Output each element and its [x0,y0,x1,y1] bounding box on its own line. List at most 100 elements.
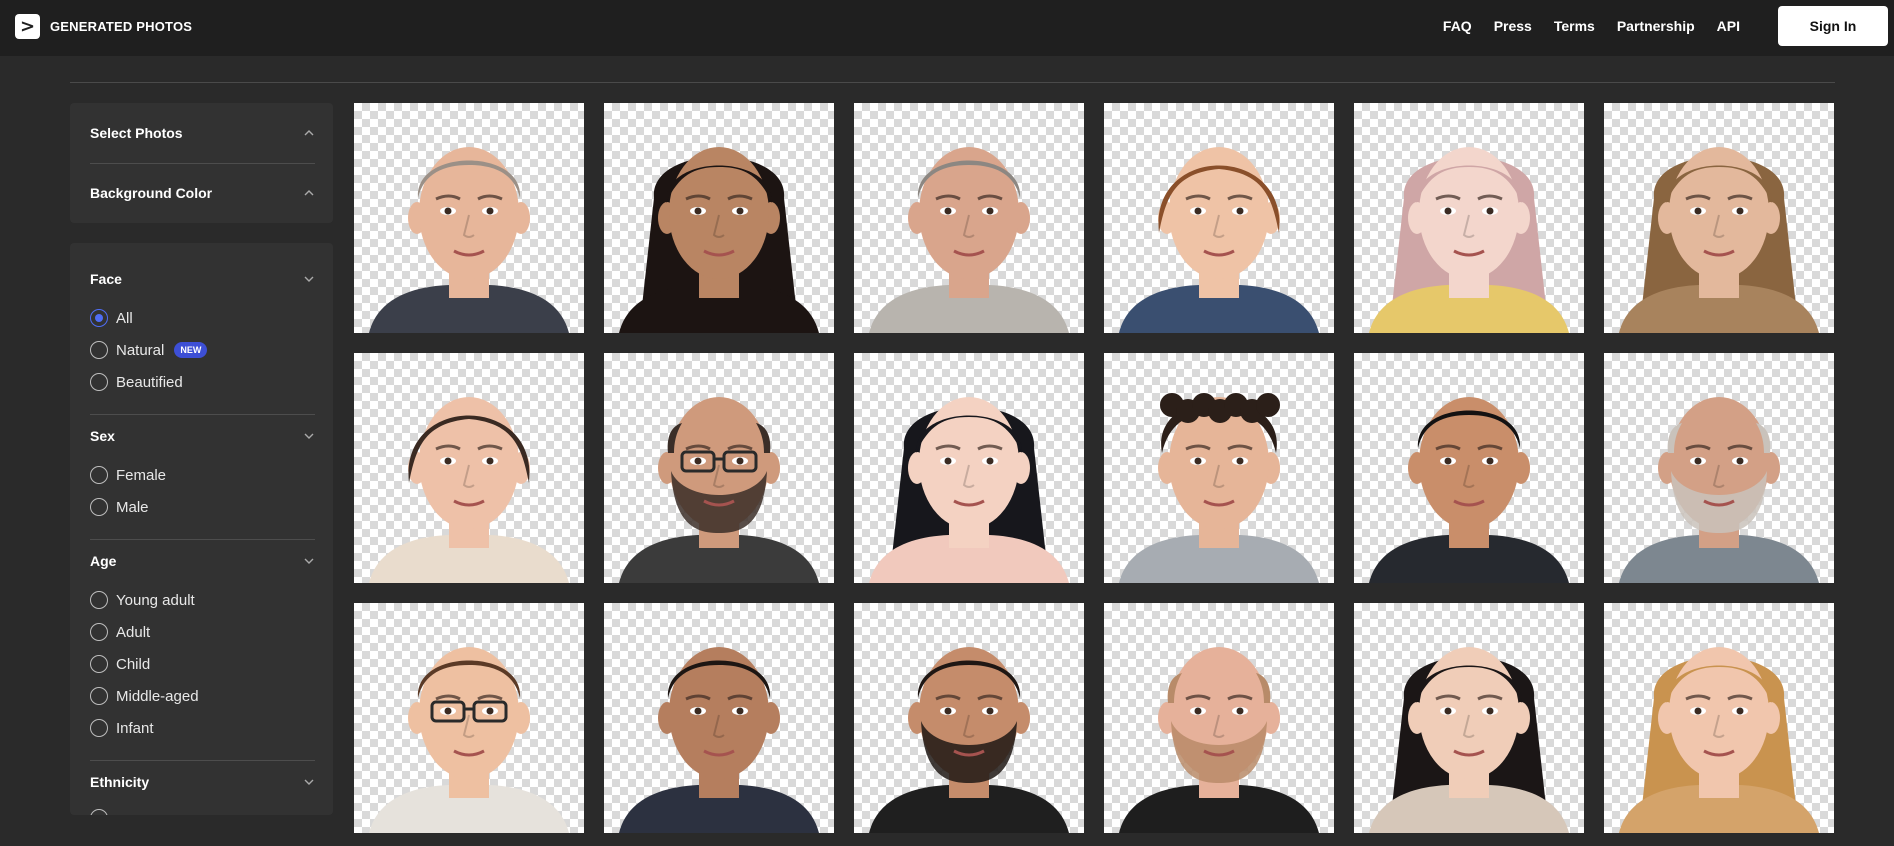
radio-age-adult[interactable]: Adult [90,623,150,641]
portrait-image [369,647,569,833]
chevron-up-icon [303,187,315,199]
filter-panel: Face All Natural NEW Beautified Sex Fema… [70,243,333,815]
chevron-down-icon [303,776,315,788]
section-face[interactable]: Face [90,269,315,289]
photo-card[interactable] [1354,353,1584,583]
section-select-photos[interactable]: Select Photos [90,123,315,143]
photo-card[interactable] [604,353,834,583]
portrait-image [1369,147,1569,333]
chevron-down-icon [303,555,315,567]
radio-button[interactable] [90,719,108,737]
section-title: Ethnicity [90,774,150,790]
portrait-image [1619,147,1819,333]
portrait-image [619,647,819,833]
section-sex[interactable]: Sex [90,426,315,446]
photo-card[interactable] [854,103,1084,333]
photo-card[interactable] [1604,103,1834,333]
radio-button[interactable] [90,655,108,673]
brand-name[interactable]: GENERATED PHOTOS [50,19,192,34]
section-title: Background Color [90,185,213,201]
portrait-image [1369,647,1569,833]
radio-button[interactable] [90,373,108,391]
portrait-image [1119,393,1319,583]
photo-card[interactable] [354,603,584,833]
photo-card[interactable] [1604,353,1834,583]
sign-in-button[interactable]: Sign In [1778,6,1888,46]
nav-link-api[interactable]: API [1717,18,1740,34]
section-background-color[interactable]: Background Color [90,183,315,203]
radio-button[interactable] [90,687,108,705]
portrait-image [869,147,1069,333]
section-title: Face [90,271,122,287]
filter-panel-top: Select Photos Background Color [70,103,333,223]
radio-age-young-adult[interactable]: Young adult [90,591,195,609]
photo-card[interactable] [854,353,1084,583]
portrait-image [1119,647,1319,833]
section-age[interactable]: Age [90,551,315,571]
photo-card[interactable] [604,103,834,333]
portrait-image [869,647,1069,833]
radio-age-infant[interactable]: Infant [90,719,154,737]
option-label: Adult [116,623,151,641]
divider [90,539,315,540]
top-navbar: > GENERATED PHOTOS FAQ Press Terms Partn… [0,0,1894,56]
option-label: Beautified [116,373,183,391]
radio-sex-male[interactable]: Male [90,498,149,516]
radio-age-child[interactable]: Child [90,655,150,673]
radio-button[interactable] [90,591,108,609]
option-label: Middle-aged [116,687,199,705]
radio-face-natural[interactable]: Natural NEW [90,341,208,359]
radio-button[interactable] [90,498,108,516]
nav-link-partnership[interactable]: Partnership [1617,18,1695,34]
radio-sex-female[interactable]: Female [90,466,166,484]
photo-card[interactable] [1604,603,1834,833]
chevron-down-icon [303,430,315,442]
photo-card[interactable] [1104,603,1334,833]
option-label: Young adult [116,591,195,609]
photo-card[interactable] [1104,353,1334,583]
chevron-up-icon [303,127,315,139]
new-badge: NEW [174,342,208,358]
photo-card[interactable] [854,603,1084,833]
option-label: All [116,309,133,327]
divider [90,163,315,164]
nav-link-faq[interactable]: FAQ [1443,18,1472,34]
portrait-image [619,147,819,333]
section-title: Age [90,553,117,569]
divider [90,760,315,761]
portrait-image [1619,647,1819,833]
photo-card[interactable] [604,603,834,833]
portrait-image [1369,397,1569,583]
section-title: Sex [90,428,115,444]
portrait-image [1119,147,1319,333]
chevron-down-icon [303,273,315,285]
section-title: Select Photos [90,125,183,141]
portrait-image [369,397,569,583]
photo-card[interactable] [354,103,584,333]
option-label: Child [116,655,151,673]
nav-link-terms[interactable]: Terms [1554,18,1595,34]
photo-card[interactable] [1104,103,1334,333]
radio-button-cropped[interactable] [90,809,108,815]
photo-card[interactable] [354,353,584,583]
portrait-image [619,397,819,583]
radio-button[interactable] [90,466,108,484]
photo-card[interactable] [1354,603,1584,833]
photo-card[interactable] [1354,103,1584,333]
radio-face-beautified[interactable]: Beautified [90,373,183,391]
radio-button[interactable] [90,341,108,359]
radio-face-all[interactable]: All [90,309,133,327]
radio-button[interactable] [90,623,108,641]
radio-button[interactable] [90,309,108,327]
nav-link-press[interactable]: Press [1494,18,1532,34]
logo-icon[interactable]: > [15,14,40,39]
radio-age-middle-aged[interactable]: Middle-aged [90,687,199,705]
section-ethnicity[interactable]: Ethnicity [90,772,315,792]
photo-grid [354,103,1834,833]
main-nav: FAQ Press Terms Partnership API [1443,18,1740,34]
portrait-image [1619,397,1819,583]
divider [70,82,1835,83]
option-label: Female [116,466,167,484]
option-label: Infant [116,719,154,737]
portrait-image [369,147,569,333]
